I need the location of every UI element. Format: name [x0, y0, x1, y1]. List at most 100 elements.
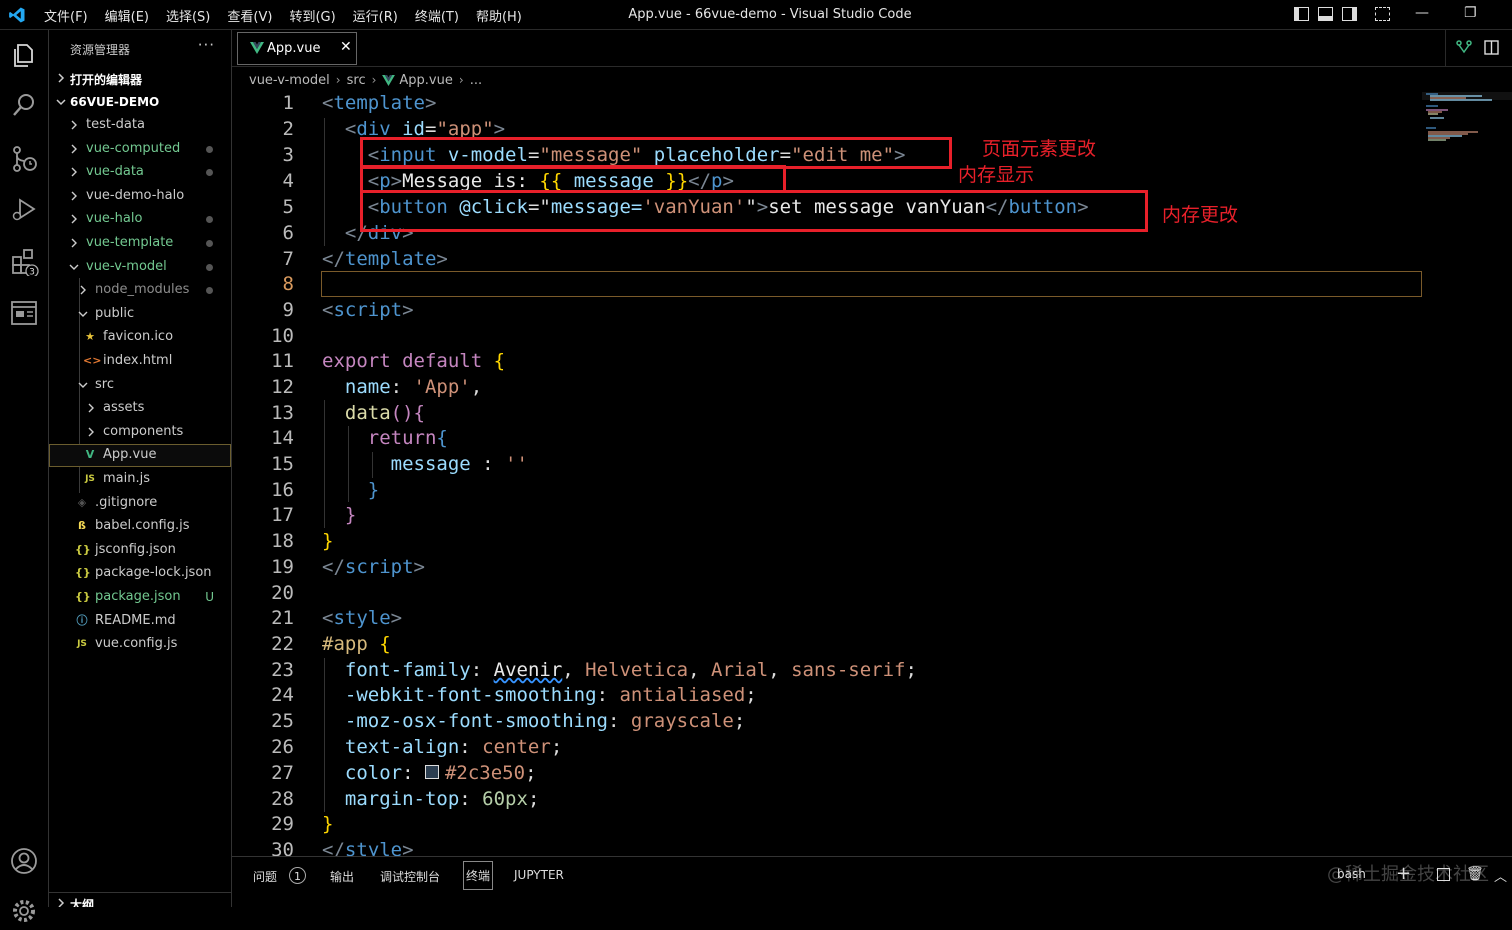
tab-terminal[interactable]: 终端 — [463, 861, 494, 890]
breadcrumb-symbol[interactable]: ... — [470, 73, 482, 88]
project-section[interactable]: 66VUE-DEMO — [49, 92, 231, 114]
restore-icon[interactable]: ❐ — [1464, 5, 1477, 21]
code-line-25: -moz-osx-font-smoothing: grayscale; — [344, 710, 746, 732]
tree-item-vue-demo-halo[interactable]: vue-demo-halo — [49, 185, 231, 208]
tree-item-vue-halo[interactable]: vue-halo — [49, 208, 231, 231]
more-actions-icon[interactable]: ··· — [198, 36, 215, 54]
breadcrumb-src[interactable]: src — [347, 73, 366, 88]
toggle-panel-icon[interactable] — [1318, 7, 1333, 21]
code-line-23: font-family: Avenir, Helvetica, Arial, s… — [344, 659, 917, 681]
tree-item-public[interactable]: public — [49, 303, 231, 326]
vue-file-icon: V — [85, 448, 95, 462]
menu-go[interactable]: 转到(G) — [289, 6, 335, 25]
tree-item-node-modules[interactable]: node_modules — [49, 279, 231, 302]
run-debug-icon[interactable] — [9, 194, 39, 224]
line-number: 28 — [271, 788, 294, 810]
tree-item-src[interactable]: src — [49, 374, 231, 397]
line-number: 6 — [282, 222, 294, 244]
close-tab-icon[interactable]: ✕ — [340, 39, 352, 55]
new-terminal-icon[interactable]: + — [1396, 863, 1411, 884]
tree-item-vue-v-model[interactable]: vue-v-model — [49, 256, 231, 279]
breadcrumb-folder[interactable]: vue-v-model — [249, 73, 330, 88]
tree-item-package-lock-json[interactable]: {} package-lock.json — [49, 562, 231, 585]
code-line-16: } — [367, 479, 380, 501]
terminal-shell-label[interactable]: bash — [1337, 867, 1366, 881]
code-line-22: #app { — [322, 633, 391, 655]
explorer-title: 资源管理器 — [70, 43, 131, 57]
toggle-sidebar-icon[interactable] — [1294, 7, 1309, 21]
tree-item-label: package.json — [95, 589, 181, 604]
account-icon[interactable] — [9, 846, 39, 876]
tree-item-babel-config-js[interactable]: ß babel.config.js — [49, 515, 231, 538]
minimize-icon[interactable]: — — [1415, 5, 1429, 21]
tree-item-jsconfig-json[interactable]: {} jsconfig.json — [49, 539, 231, 562]
search-icon[interactable] — [9, 90, 39, 120]
line-number: 11 — [271, 350, 294, 372]
extensions-icon[interactable]: 3 — [9, 246, 39, 278]
line-number: 7 — [282, 248, 294, 270]
code-line-30: </style> — [322, 839, 414, 856]
line-number: 30 — [271, 839, 294, 856]
menu-view[interactable]: 查看(V) — [227, 6, 272, 25]
tree-item-package-json[interactable]: {} package.json U — [49, 586, 231, 609]
tree-item-main-js[interactable]: JS main.js — [49, 468, 231, 491]
tree-item-vue-data[interactable]: vue-data — [49, 161, 231, 184]
tree-item-favicon-ico[interactable]: ★ favicon.ico — [49, 326, 231, 349]
explorer-icon[interactable] — [9, 40, 39, 70]
chevron-up-icon[interactable]: ︿ — [1494, 866, 1507, 885]
line-number: 3 — [282, 144, 294, 166]
tree-item-test-data[interactable]: test-data — [49, 114, 231, 137]
tree-item-index-html[interactable]: <> index.html — [49, 350, 231, 373]
code-line-14: return{ — [367, 427, 448, 449]
tree-item-components[interactable]: components — [49, 421, 231, 444]
tree-item-readme-md[interactable]: ⓘ README.md — [49, 610, 231, 633]
code-editor[interactable]: 1 2 3 4 5 6 7 8 9 10 11 12 13 14 15 16 17 18 19 20 21 22 23 24 2… — [232, 92, 1512, 856]
tree-item-vue-template[interactable]: vue-template — [49, 232, 231, 255]
tree-item-label: src — [95, 376, 114, 392]
line-number: 13 — [271, 402, 294, 424]
customize-layout-icon[interactable] — [1375, 7, 1390, 21]
tree-item-assets[interactable]: assets — [49, 397, 231, 420]
tree-item-label: public — [95, 305, 135, 321]
source-control-icon[interactable] — [9, 144, 39, 174]
tree-item-gitignore[interactable]: ◈ .gitignore — [49, 492, 231, 515]
tree-item-label: test-data — [86, 117, 145, 132]
tree-item-app-vue[interactable]: V App.vue — [49, 444, 231, 468]
menu-file[interactable]: 文件(F) — [44, 6, 88, 25]
menu-run[interactable]: 运行(R) — [353, 6, 398, 25]
tab-jupyter[interactable]: JUPYTER — [514, 868, 564, 882]
tab-app-vue[interactable]: App.vue ✕ — [237, 32, 357, 65]
kill-terminal-icon[interactable]: 🗑 — [1466, 866, 1484, 882]
tree-item-label: favicon.ico — [103, 329, 174, 345]
breadcrumb-file[interactable]: App.vue — [399, 73, 452, 88]
tree-item-vue-computed[interactable]: vue-computed — [49, 138, 231, 161]
tab-debug-console[interactable]: 调试控制台 — [380, 868, 440, 885]
vscode-logo-icon — [9, 7, 25, 23]
json-file-icon: {} — [75, 566, 91, 580]
color-swatch[interactable] — [424, 765, 439, 779]
minimap[interactable] — [1422, 92, 1512, 182]
split-editor-icon[interactable] — [1484, 40, 1499, 55]
compare-changes-icon[interactable] — [1456, 40, 1472, 56]
open-editors-section[interactable]: 打开的编辑器 — [49, 68, 231, 90]
menu-terminal[interactable]: 终端(T) — [415, 6, 459, 25]
tab-label: App.vue — [267, 41, 321, 56]
split-terminal-icon[interactable] — [1437, 868, 1450, 881]
tab-output[interactable]: 输出 — [330, 868, 354, 885]
line-number: 9 — [282, 299, 294, 321]
toggle-secondary-sidebar-icon[interactable] — [1342, 7, 1357, 21]
line-number: 26 — [271, 736, 294, 758]
open-editors-label: 打开的编辑器 — [70, 73, 143, 87]
manage-gear-icon[interactable] — [9, 896, 39, 926]
tree-item-vue-config-js[interactable]: JS vue.config.js — [49, 633, 231, 656]
editor-tabs: App.vue ✕ — [232, 30, 1512, 67]
breadcrumb-separator: › — [335, 73, 341, 87]
remote-explorer-icon[interactable] — [9, 298, 39, 328]
code-line-1: <template> — [322, 92, 437, 114]
outline-section[interactable]: 大纲 — [49, 892, 231, 907]
menu-edit[interactable]: 编辑(E) — [105, 6, 149, 25]
menu-help[interactable]: 帮助(H) — [476, 6, 522, 25]
highlight-box-button — [360, 190, 1148, 232]
menu-selection[interactable]: 选择(S) — [166, 6, 210, 25]
tab-problems[interactable]: 问题 — [253, 868, 277, 885]
